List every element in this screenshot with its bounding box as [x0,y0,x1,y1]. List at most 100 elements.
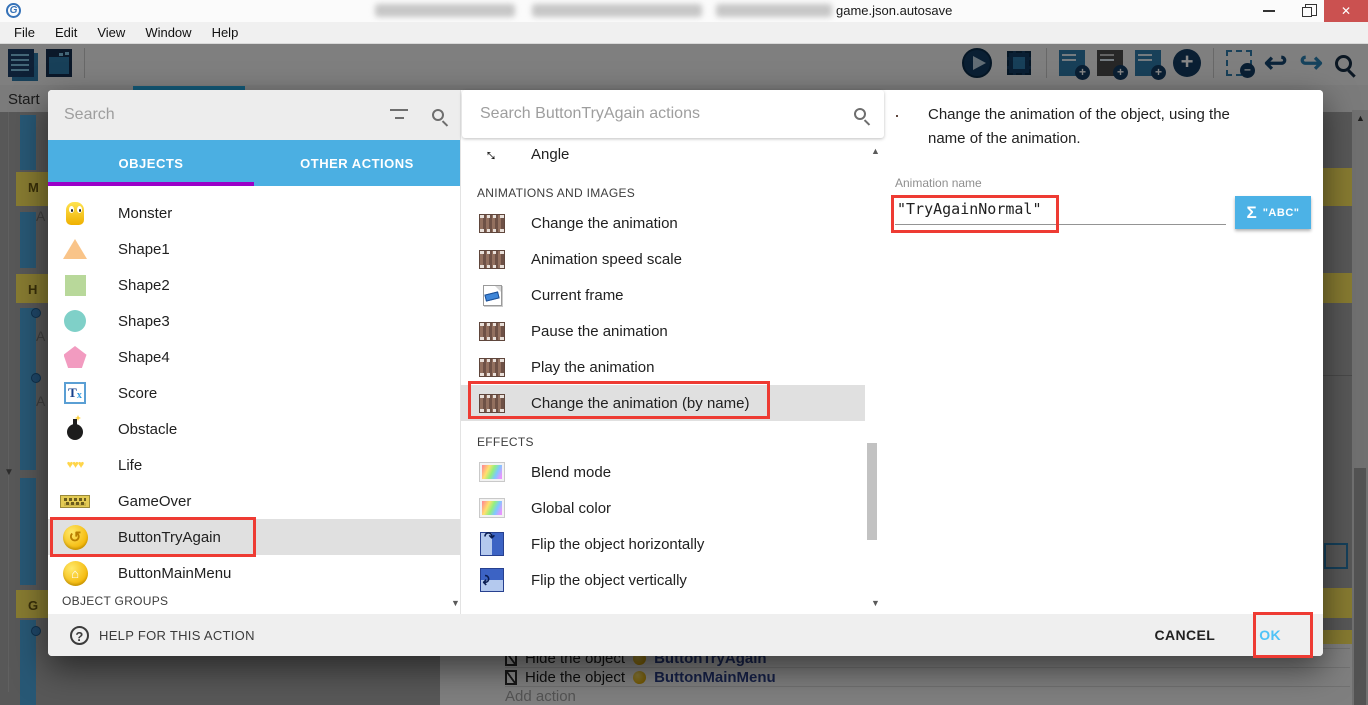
action-item-flip-the-object-horizontally[interactable]: Flip the object horizontally [461,526,865,562]
action-item-label: Flip the object horizontally [531,536,704,553]
filter-icon[interactable] [390,109,408,121]
expression-editor-button[interactable]: Σ "ABC" [1235,196,1311,229]
object-item-buttontryagain[interactable]: ButtonTryAgain [48,519,460,555]
button-try-again-icon [60,522,90,552]
scroll-down-icon[interactable]: ▼ [451,598,460,608]
gdevelop-window: G game.json.autosave ✕ FileEditViewWindo… [0,0,1368,705]
action-search-input[interactable] [480,105,854,123]
action-item-label: Flip the object vertically [531,572,687,589]
film-icon [479,210,505,236]
restore-icon [1302,7,1312,17]
action-item-label: Angle [531,146,569,163]
action-item-blend-mode[interactable]: Blend mode [461,454,865,490]
circle-icon [60,306,90,336]
section-header: ANIMATIONS AND IMAGES [461,172,865,205]
object-item-label: Shape4 [118,349,170,366]
object-item-shape4[interactable]: Shape4 [48,339,460,375]
search-icon [854,108,866,120]
search-icon [432,109,444,121]
object-item-shape2[interactable]: Shape2 [48,267,460,303]
bomb-icon [60,414,90,444]
action-item-label: Current frame [531,287,624,304]
section-header: EFFECTS [461,421,865,454]
object-search-bar [48,90,460,140]
film-icon [479,354,505,380]
object-item-monster[interactable]: Monster [48,195,460,231]
redacted-path-segment [716,4,832,17]
object-item-label: ButtonMainMenu [118,565,231,582]
action-item-change-the-animation[interactable]: Change the animation [461,205,865,241]
object-item-label: Monster [118,205,172,222]
menu-item-file[interactable]: File [4,25,45,40]
scrollbar-thumb[interactable] [867,443,877,540]
menu-item-view[interactable]: View [87,25,135,40]
button-main-menu-icon [60,558,90,588]
menu-item-window[interactable]: Window [135,25,201,40]
flip-h-icon [479,531,505,557]
ok-button[interactable]: OK [1259,627,1281,643]
object-item-label: Shape3 [118,313,170,330]
object-item-shape3[interactable]: Shape3 [48,303,460,339]
triangle-icon [60,234,90,264]
redacted-path-segment [375,4,515,17]
restore-button[interactable] [1290,0,1324,22]
help-for-this-action-link[interactable]: ? HELP FOR THIS ACTION [70,626,255,645]
menu-item-edit[interactable]: Edit [45,25,87,40]
window-title-filename: game.json.autosave [836,3,952,18]
angle-icon [479,141,505,167]
menu-item-help[interactable]: Help [202,25,249,40]
object-item-gameover[interactable]: GameOver [48,483,460,519]
sigma-icon: Σ [1247,203,1257,223]
choose-action-dialog: OBJECTS OTHER ACTIONS MonsterShape1Shape… [48,90,1323,656]
action-item-angle[interactable]: Angle [461,136,865,172]
action-item-play-the-animation[interactable]: Play the animation [461,349,865,385]
object-list: Monster Shape1Shape2 Shape3 Shape4 Score Obst… [48,195,460,591]
square-icon [60,270,90,300]
object-item-label: Life [118,457,142,474]
film-icon [479,390,505,416]
hearts-icon [60,450,90,480]
object-item-label: Score [118,385,157,402]
action-item-label: Play the animation [531,359,654,376]
help-icon: ? [70,626,89,645]
tab-objects[interactable]: OBJECTS [48,140,254,186]
action-search-bar [462,90,884,138]
object-search-input[interactable] [64,106,390,124]
text-object-icon [60,378,90,408]
object-groups-header: OBJECT GROUPS [62,594,168,608]
rainbow-icon [479,495,505,521]
scroll-up-icon[interactable]: ▲ [871,146,880,156]
action-description: Change the animation of the object, usin… [928,103,1258,151]
action-item-animation-speed-scale[interactable]: Animation speed scale [461,241,865,277]
object-item-life[interactable]: Life [48,447,460,483]
object-item-label: ButtonTryAgain [118,529,221,546]
title-bar: G game.json.autosave ✕ [0,0,1368,22]
scroll-down-icon[interactable]: ▼ [871,598,880,608]
action-item-label: Change the animation [531,215,678,232]
object-item-buttonmainmenu[interactable]: ButtonMainMenu [48,555,460,591]
help-label: HELP FOR THIS ACTION [99,628,255,643]
close-button[interactable]: ✕ [1324,0,1368,22]
menu-bar: FileEditViewWindowHelp [0,22,1368,44]
film-icon [479,318,505,344]
action-item-label: Pause the animation [531,323,668,340]
object-tabs: OBJECTS OTHER ACTIONS [48,140,460,186]
frame-icon [479,282,505,308]
object-item-shape1[interactable]: Shape1 [48,231,460,267]
dialog-footer: ? HELP FOR THIS ACTION CANCEL OK [48,614,1323,656]
pentagon-icon [60,342,90,372]
redacted-path-segment [532,4,702,17]
minimize-button[interactable] [1252,0,1286,22]
animation-name-input[interactable] [895,196,1226,225]
action-item-pause-the-animation[interactable]: Pause the animation [461,313,865,349]
action-item-change-the-animation-by-name-[interactable]: Change the animation (by name) [461,385,865,421]
expression-abc-label: "ABC" [1263,207,1300,219]
object-item-score[interactable]: Score [48,375,460,411]
cancel-button[interactable]: CANCEL [1154,627,1215,643]
object-item-obstacle[interactable]: Obstacle [48,411,460,447]
tab-other-actions[interactable]: OTHER ACTIONS [254,140,460,186]
action-item-flip-the-object-vertically[interactable]: Flip the object vertically [461,562,865,598]
game-over-icon [60,486,90,516]
action-item-current-frame[interactable]: Current frame [461,277,865,313]
action-item-global-color[interactable]: Global color [461,490,865,526]
